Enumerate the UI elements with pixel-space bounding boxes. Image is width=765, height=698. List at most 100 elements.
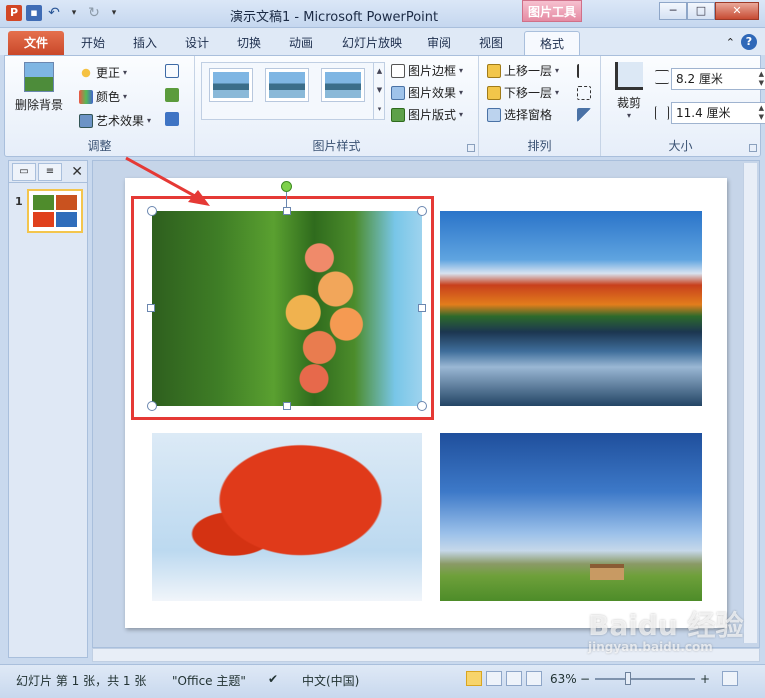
slideshow-view-button[interactable] [526, 671, 542, 686]
resize-handle-tr[interactable] [417, 206, 427, 216]
style-thumb-2[interactable] [265, 68, 309, 102]
resize-handle-b[interactable] [283, 402, 291, 410]
bring-forward-button[interactable]: 上移一层 ▾ [487, 62, 559, 79]
tab-transitions[interactable]: 切换 [228, 31, 270, 55]
crop-icon [615, 62, 643, 90]
color-button[interactable]: 颜色 ▾ [79, 88, 127, 105]
align-icon[interactable] [577, 64, 591, 78]
picture-styles-group-label: 图片样式 [312, 139, 361, 153]
size-dialog-launcher-icon[interactable] [749, 144, 757, 152]
resize-handle-t[interactable] [283, 207, 291, 215]
minimize-button[interactable]: ─ [659, 2, 687, 20]
quick-access-toolbar: P ▪ ↶ ▾ ↻ ▾ [6, 5, 122, 21]
save-icon[interactable]: ▪ [26, 5, 42, 21]
arrange-group-label: 排列 [527, 139, 552, 153]
slide-sorter-button[interactable] [486, 671, 502, 686]
picture-tools-label: 图片工具 [522, 0, 582, 22]
arrange-group: 上移一层 ▾ 下移一层 ▾ 选择窗格 排列 [479, 56, 601, 156]
resize-handle-l[interactable] [147, 304, 155, 312]
slide-thumbnail[interactable] [27, 189, 83, 233]
ribbon-tabs: 文件 开始 插入 设计 切换 动画 幻灯片放映 审阅 视图 格式 ⌃ ? [0, 28, 765, 55]
dialog-launcher-icon[interactable] [467, 144, 475, 152]
pen-icon [391, 63, 405, 78]
baidu-watermark: Baidu 经验 jingyan.baidu.com [588, 609, 744, 654]
crop-button[interactable]: 裁剪 ▾ [607, 62, 651, 120]
zoom-level[interactable]: 63% [550, 672, 577, 686]
fit-to-window-icon[interactable] [722, 671, 738, 686]
rotate-icon[interactable] [577, 108, 591, 122]
zoom-slider[interactable] [595, 678, 695, 680]
reset-picture-icon[interactable] [165, 112, 179, 126]
corrections-button[interactable]: 更正 ▾ [79, 64, 127, 81]
width-input[interactable]: 11.4 厘米 ▲ ▼ [671, 102, 765, 124]
picture-layout-button[interactable]: 图片版式 ▾ [391, 106, 463, 123]
width-icon [655, 106, 669, 120]
width-spinner[interactable]: ▲ ▼ [759, 104, 764, 122]
selection-pane-icon [487, 107, 501, 122]
theme-name[interactable]: "Office 主题" [172, 672, 246, 689]
remove-background-icon [24, 62, 54, 92]
style-thumb-1[interactable] [209, 68, 253, 102]
tab-home[interactable]: 开始 [72, 31, 114, 55]
height-spinner[interactable]: ▲ ▼ [759, 70, 764, 88]
redo-icon[interactable]: ↻ [86, 5, 102, 21]
tab-format[interactable]: 格式 [524, 31, 580, 55]
help-area: ⌃ ? [726, 34, 757, 50]
compress-pictures-icon[interactable] [165, 64, 179, 78]
resize-handle-bl[interactable] [147, 401, 157, 411]
vertical-scrollbar[interactable] [743, 163, 757, 643]
picture-effects-button[interactable]: 图片效果 ▾ [391, 84, 463, 101]
arrow-shaft [125, 156, 203, 202]
height-icon [655, 70, 669, 84]
tab-animations[interactable]: 动画 [280, 31, 322, 55]
send-backward-icon [487, 85, 501, 100]
rotate-handle[interactable] [281, 181, 292, 192]
tab-insert[interactable]: 插入 [124, 31, 166, 55]
artistic-effects-button[interactable]: 艺术效果 ▾ [79, 112, 151, 129]
slides-pane: ▭ ≡ ✕ 1 [8, 160, 88, 658]
palette-icon [79, 89, 93, 104]
selection-pane-button[interactable]: 选择窗格 [487, 106, 552, 123]
spellcheck-icon[interactable]: ✔ [268, 672, 278, 686]
status-bar: 幻灯片 第 1 张，共 1 张 "Office 主题" ✔ 中文(中国) 63%… [0, 664, 765, 698]
ribbon-collapse-icon[interactable]: ⌃ [726, 36, 735, 49]
farmhouse [590, 564, 624, 580]
zoom-out-icon[interactable]: − [580, 672, 590, 686]
language[interactable]: 中文(中国) [302, 672, 359, 689]
resize-handle-r[interactable] [418, 304, 426, 312]
tab-outline[interactable]: ≡ [38, 162, 62, 181]
undo-icon[interactable]: ↶ [46, 5, 62, 21]
tab-file[interactable]: 文件 [8, 31, 64, 55]
adjust-group: 删除背景 更正 ▾ 颜色 ▾ 艺术效果 ▾ 调整 [5, 56, 195, 156]
customize-qat-icon[interactable]: ▾ [106, 5, 122, 21]
tab-slides[interactable]: ▭ [12, 162, 36, 181]
help-icon[interactable]: ? [741, 34, 757, 50]
height-input[interactable]: 8.2 厘米 ▲ ▼ [671, 68, 765, 90]
maximize-button[interactable]: □ [687, 2, 715, 20]
chevron-down-icon[interactable]: ▾ [66, 5, 82, 21]
reading-view-button[interactable] [506, 671, 522, 686]
change-picture-icon[interactable] [165, 88, 179, 102]
photo-sky-grassland[interactable] [440, 433, 702, 601]
normal-view-button[interactable] [466, 671, 482, 686]
tab-slideshow[interactable]: 幻灯片放映 [334, 31, 410, 55]
photo-red-tree[interactable] [152, 433, 422, 601]
gallery-scroll[interactable]: ▲ ▼ ▾ [373, 62, 385, 120]
tab-review[interactable]: 审阅 [418, 31, 460, 55]
highlight-frame [131, 196, 434, 420]
powerpoint-logo-icon[interactable]: P [6, 5, 22, 21]
picture-border-button[interactable]: 图片边框 ▾ [391, 62, 463, 79]
tab-design[interactable]: 设计 [176, 31, 218, 55]
send-backward-button[interactable]: 下移一层 ▾ [487, 84, 559, 101]
tab-view[interactable]: 视图 [470, 31, 512, 55]
zoom-in-icon[interactable]: + [700, 672, 710, 686]
photo-autumn-lake[interactable] [440, 211, 702, 406]
close-icon[interactable]: ✕ [71, 164, 83, 180]
sun-icon [79, 65, 93, 80]
resize-handle-br[interactable] [417, 401, 427, 411]
zoom-slider-knob[interactable] [625, 672, 631, 685]
close-button[interactable]: ✕ [715, 2, 759, 20]
style-thumb-3[interactable] [321, 68, 365, 102]
remove-background-button[interactable]: 删除背景 [11, 62, 67, 113]
group-icon[interactable] [577, 86, 591, 100]
